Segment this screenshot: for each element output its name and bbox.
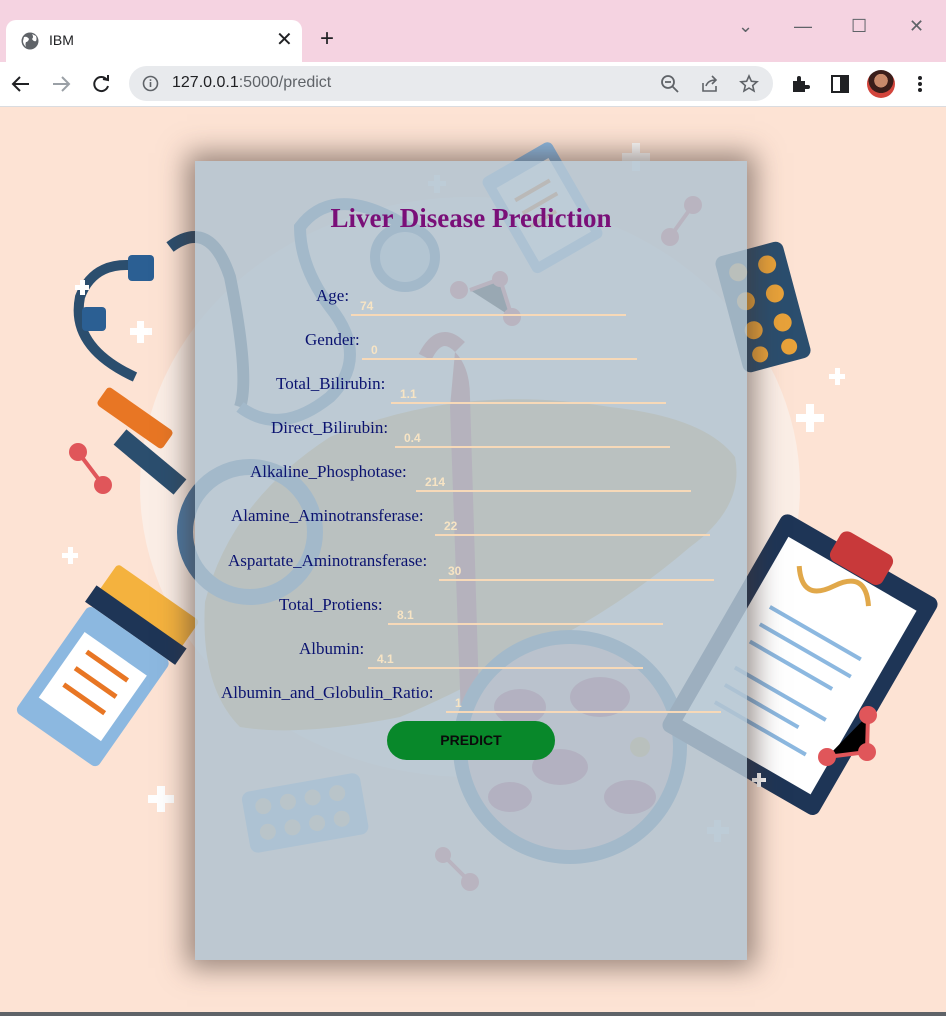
tab-strip: IBM ✕ + ⌄ — ☐ ✕	[0, 0, 946, 62]
albumin-globulin-ratio-input[interactable]: 1	[446, 693, 721, 713]
window-close-icon[interactable]: ✕	[909, 16, 924, 36]
page-viewport: Liver Disease Prediction Age: 74 Gender:…	[0, 107, 946, 1012]
albumin-input[interactable]: 4.1	[368, 649, 643, 669]
info-icon[interactable]	[142, 75, 159, 92]
page-title: Liver Disease Prediction	[330, 203, 612, 233]
address-bar[interactable]: 127.0.0.1:5000/predict	[129, 66, 773, 101]
tab-title: IBM	[49, 32, 74, 48]
menu-icon[interactable]	[909, 73, 931, 95]
chevron-down-icon[interactable]: ⌄	[738, 16, 753, 36]
field-label: Direct_Bilirubin:	[271, 418, 389, 437]
alkaline-phosphotase-input[interactable]: 214	[416, 472, 691, 492]
field-label: Alkaline_Phosphotase:	[250, 462, 407, 481]
plus-icon[interactable]: +	[320, 27, 334, 51]
field-label: Total_Protiens:	[279, 595, 383, 614]
predict-button[interactable]: PREDICT	[387, 721, 555, 760]
url-host: 127.0.0.1	[172, 74, 239, 91]
avatar[interactable]	[867, 70, 895, 98]
forward-icon[interactable]	[50, 73, 72, 95]
sidepanel-icon[interactable]	[829, 73, 851, 95]
maximize-icon[interactable]: ☐	[851, 16, 867, 36]
field-label: Gender:	[305, 330, 360, 349]
gender-input[interactable]: 0	[362, 340, 637, 360]
direct-bilirubin-input[interactable]: 0.4	[395, 428, 670, 448]
aspartate-aminotransferase-input[interactable]: 30	[439, 561, 714, 581]
field-label: Albumin:	[299, 639, 365, 658]
age-input[interactable]: 74	[351, 296, 626, 316]
alamine-aminotransferase-input[interactable]: 22	[435, 516, 710, 536]
total-protiens-input[interactable]: 8.1	[388, 605, 663, 625]
url-path: :5000/predict	[238, 74, 332, 91]
close-icon[interactable]: ✕	[276, 29, 293, 51]
field-label: Age:	[316, 286, 350, 305]
reload-icon[interactable]	[90, 73, 112, 95]
globe-icon	[21, 32, 39, 50]
field-label: Total_Bilirubin:	[276, 374, 386, 393]
total-bilirubin-input[interactable]: 1.1	[391, 384, 666, 404]
back-icon[interactable]	[10, 73, 32, 95]
star-icon[interactable]	[739, 74, 759, 94]
zoom-out-icon[interactable]	[660, 74, 680, 94]
share-icon[interactable]	[700, 74, 720, 94]
field-label: Aspartate_Aminotransferase:	[228, 551, 428, 570]
field-label: Albumin_and_Globulin_Ratio:	[221, 683, 434, 702]
minimize-icon[interactable]: —	[794, 16, 812, 36]
tab-ibm[interactable]: IBM ✕	[6, 20, 302, 62]
extensions-icon[interactable]	[789, 73, 811, 95]
browser-toolbar: 127.0.0.1:5000/predict	[0, 62, 946, 107]
window-bottom-edge	[0, 1012, 946, 1016]
url-text: 127.0.0.1:5000/predict	[172, 74, 331, 92]
field-label: Alamine_Aminotransferase:	[231, 506, 424, 525]
prediction-form-card: Liver Disease Prediction Age: 74 Gender:…	[195, 161, 747, 960]
